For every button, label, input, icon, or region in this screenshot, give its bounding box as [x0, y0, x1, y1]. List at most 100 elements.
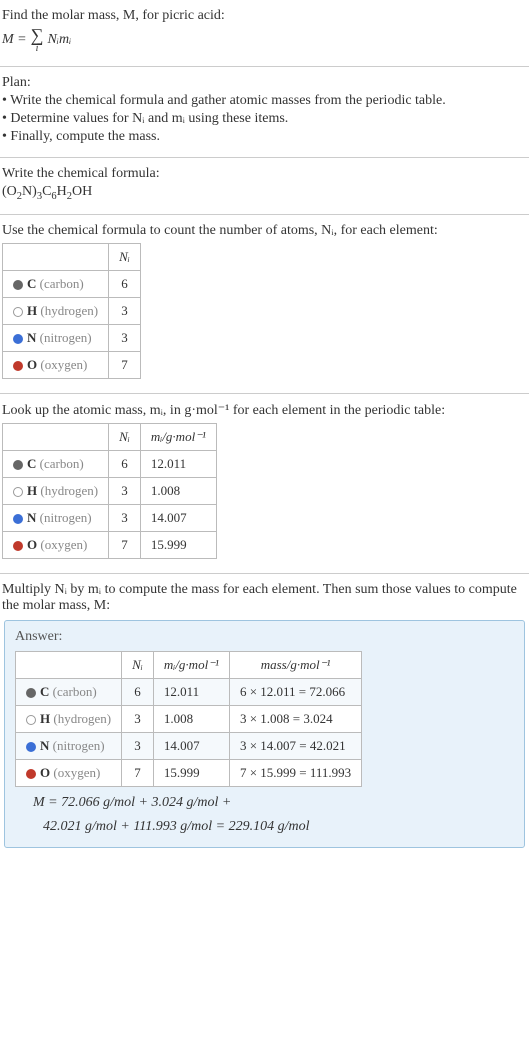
- cf-part: H: [57, 184, 67, 199]
- mi-cell: 1.008: [140, 477, 216, 504]
- table-row: N (nitrogen) 3 14.007 3 × 14.007 = 42.02…: [16, 732, 362, 759]
- ni-cell: 3: [109, 297, 141, 324]
- element-name: (hydrogen): [40, 303, 98, 318]
- eq-prefix: M =: [2, 32, 27, 48]
- element-symbol: C: [40, 684, 49, 699]
- element-dot-icon: [13, 334, 23, 344]
- mi-cell: 12.011: [140, 450, 216, 477]
- element-symbol: N: [40, 738, 49, 753]
- element-dot-icon: [26, 715, 36, 725]
- table-header-row: Nᵢ mᵢ/g·mol⁻¹ mass/g·mol⁻¹: [16, 651, 362, 678]
- table-header-ni: Nᵢ: [109, 423, 141, 450]
- table-header-ni: Nᵢ: [122, 651, 154, 678]
- element-name: (oxygen): [53, 765, 100, 780]
- table-row: H (hydrogen) 3 1.008: [3, 477, 217, 504]
- mass-cell: 3 × 1.008 = 3.024: [229, 705, 361, 732]
- table-header-blank: [3, 243, 109, 270]
- cf-part: (O: [2, 184, 17, 199]
- chemical-formula-section: Write the chemical formula: (O2N)3C6H2OH: [0, 158, 529, 215]
- plan-section: Plan: • Write the chemical formula and g…: [0, 67, 529, 158]
- element-dot-icon: [13, 487, 23, 497]
- element-name: (nitrogen): [40, 510, 92, 525]
- table-header-ni: Nᵢ: [109, 243, 141, 270]
- answer-label: Answer:: [15, 629, 514, 645]
- element-name: (hydrogen): [53, 711, 111, 726]
- ni-cell: 7: [109, 531, 141, 558]
- element-cell: H (hydrogen): [3, 297, 109, 324]
- table-row: C (carbon) 6 12.011 6 × 12.011 = 72.066: [16, 678, 362, 705]
- table-row: H (hydrogen) 3: [3, 297, 141, 324]
- eq-body: Nᵢmᵢ: [47, 32, 71, 48]
- ni-cell: 6: [109, 450, 141, 477]
- element-name: (hydrogen): [40, 483, 98, 498]
- element-cell: H (hydrogen): [3, 477, 109, 504]
- element-cell: C (carbon): [3, 270, 109, 297]
- element-symbol: C: [27, 276, 36, 291]
- element-dot-icon: [13, 361, 23, 371]
- plan-bullet-2: • Determine values for Nᵢ and mᵢ using t…: [2, 111, 527, 127]
- element-name: (carbon): [40, 276, 84, 291]
- chem-label: Write the chemical formula:: [2, 166, 527, 182]
- molar-mass-equation: M = ∑ i Nᵢmᵢ: [2, 26, 527, 54]
- intro-line: Find the molar mass, M, for picric acid:: [2, 8, 527, 24]
- element-cell: O (oxygen): [16, 759, 122, 786]
- element-dot-icon: [13, 514, 23, 524]
- sum-symbol: ∑ i: [31, 26, 44, 54]
- element-name: (carbon): [53, 684, 97, 699]
- mass-cell: 3 × 14.007 = 42.021: [229, 732, 361, 759]
- element-cell: N (nitrogen): [3, 324, 109, 351]
- answer-table: Nᵢ mᵢ/g·mol⁻¹ mass/g·mol⁻¹ C (carbon) 6 …: [15, 651, 362, 787]
- element-symbol: H: [27, 303, 37, 318]
- table-row: H (hydrogen) 3 1.008 3 × 1.008 = 3.024: [16, 705, 362, 732]
- chemical-formula: (O2N)3C6H2OH: [2, 184, 527, 202]
- cf-part: C: [42, 184, 51, 199]
- mi-cell: 14.007: [153, 732, 229, 759]
- mass-intro: Look up the atomic mass, mᵢ, in g·mol⁻¹ …: [2, 402, 527, 419]
- table-header-row: Nᵢ: [3, 243, 141, 270]
- table-header-mi: mᵢ/g·mol⁻¹: [140, 423, 216, 450]
- element-cell: C (carbon): [3, 450, 109, 477]
- mi-cell: 1.008: [153, 705, 229, 732]
- plan-bullet-3: • Finally, compute the mass.: [2, 129, 527, 145]
- table-header-blank: [16, 651, 122, 678]
- answer-box: Answer: Nᵢ mᵢ/g·mol⁻¹ mass/g·mol⁻¹ C (ca…: [4, 620, 525, 848]
- element-dot-icon: [13, 541, 23, 551]
- ni-cell: 3: [122, 732, 154, 759]
- atom-count-table: Nᵢ C (carbon) 6 H (hydrogen) 3 N (nitrog…: [2, 243, 141, 379]
- cf-part: OH: [72, 184, 92, 199]
- final-equation-line1: M = 72.066 g/mol + 3.024 g/mol +: [33, 795, 514, 811]
- ni-cell: 3: [109, 324, 141, 351]
- element-symbol: O: [40, 765, 50, 780]
- element-name: (oxygen): [40, 537, 87, 552]
- count-intro: Use the chemical formula to count the nu…: [2, 223, 527, 239]
- atomic-mass-table: Nᵢ mᵢ/g·mol⁻¹ C (carbon) 6 12.011 H (hyd…: [2, 423, 217, 559]
- mass-cell: 6 × 12.011 = 72.066: [229, 678, 361, 705]
- element-symbol: H: [27, 483, 37, 498]
- final-equation-line2: 42.021 g/mol + 111.993 g/mol = 229.104 g…: [43, 819, 514, 835]
- answer-section: Multiply Nᵢ by mᵢ to compute the mass fo…: [0, 574, 529, 860]
- ni-cell: 6: [109, 270, 141, 297]
- element-name: (oxygen): [40, 357, 87, 372]
- plan-title: Plan:: [2, 75, 527, 91]
- ni-cell: 7: [109, 351, 141, 378]
- element-dot-icon: [13, 280, 23, 290]
- element-symbol: N: [27, 330, 36, 345]
- mult-intro: Multiply Nᵢ by mᵢ to compute the mass fo…: [2, 582, 527, 614]
- mi-cell: 14.007: [140, 504, 216, 531]
- element-cell: O (oxygen): [3, 531, 109, 558]
- mass-cell: 7 × 15.999 = 111.993: [229, 759, 361, 786]
- mi-cell: 15.999: [153, 759, 229, 786]
- element-dot-icon: [26, 742, 36, 752]
- element-symbol: O: [27, 537, 37, 552]
- atomic-mass-section: Look up the atomic mass, mᵢ, in g·mol⁻¹ …: [0, 394, 529, 574]
- table-header-mass: mass/g·mol⁻¹: [229, 651, 361, 678]
- table-row: O (oxygen) 7 15.999: [3, 531, 217, 558]
- ni-cell: 3: [109, 504, 141, 531]
- table-row: O (oxygen) 7: [3, 351, 141, 378]
- plan-bullet-1: • Write the chemical formula and gather …: [2, 93, 527, 109]
- element-cell: O (oxygen): [3, 351, 109, 378]
- table-row: O (oxygen) 7 15.999 7 × 15.999 = 111.993: [16, 759, 362, 786]
- element-dot-icon: [13, 460, 23, 470]
- element-dot-icon: [26, 688, 36, 698]
- table-row: N (nitrogen) 3 14.007: [3, 504, 217, 531]
